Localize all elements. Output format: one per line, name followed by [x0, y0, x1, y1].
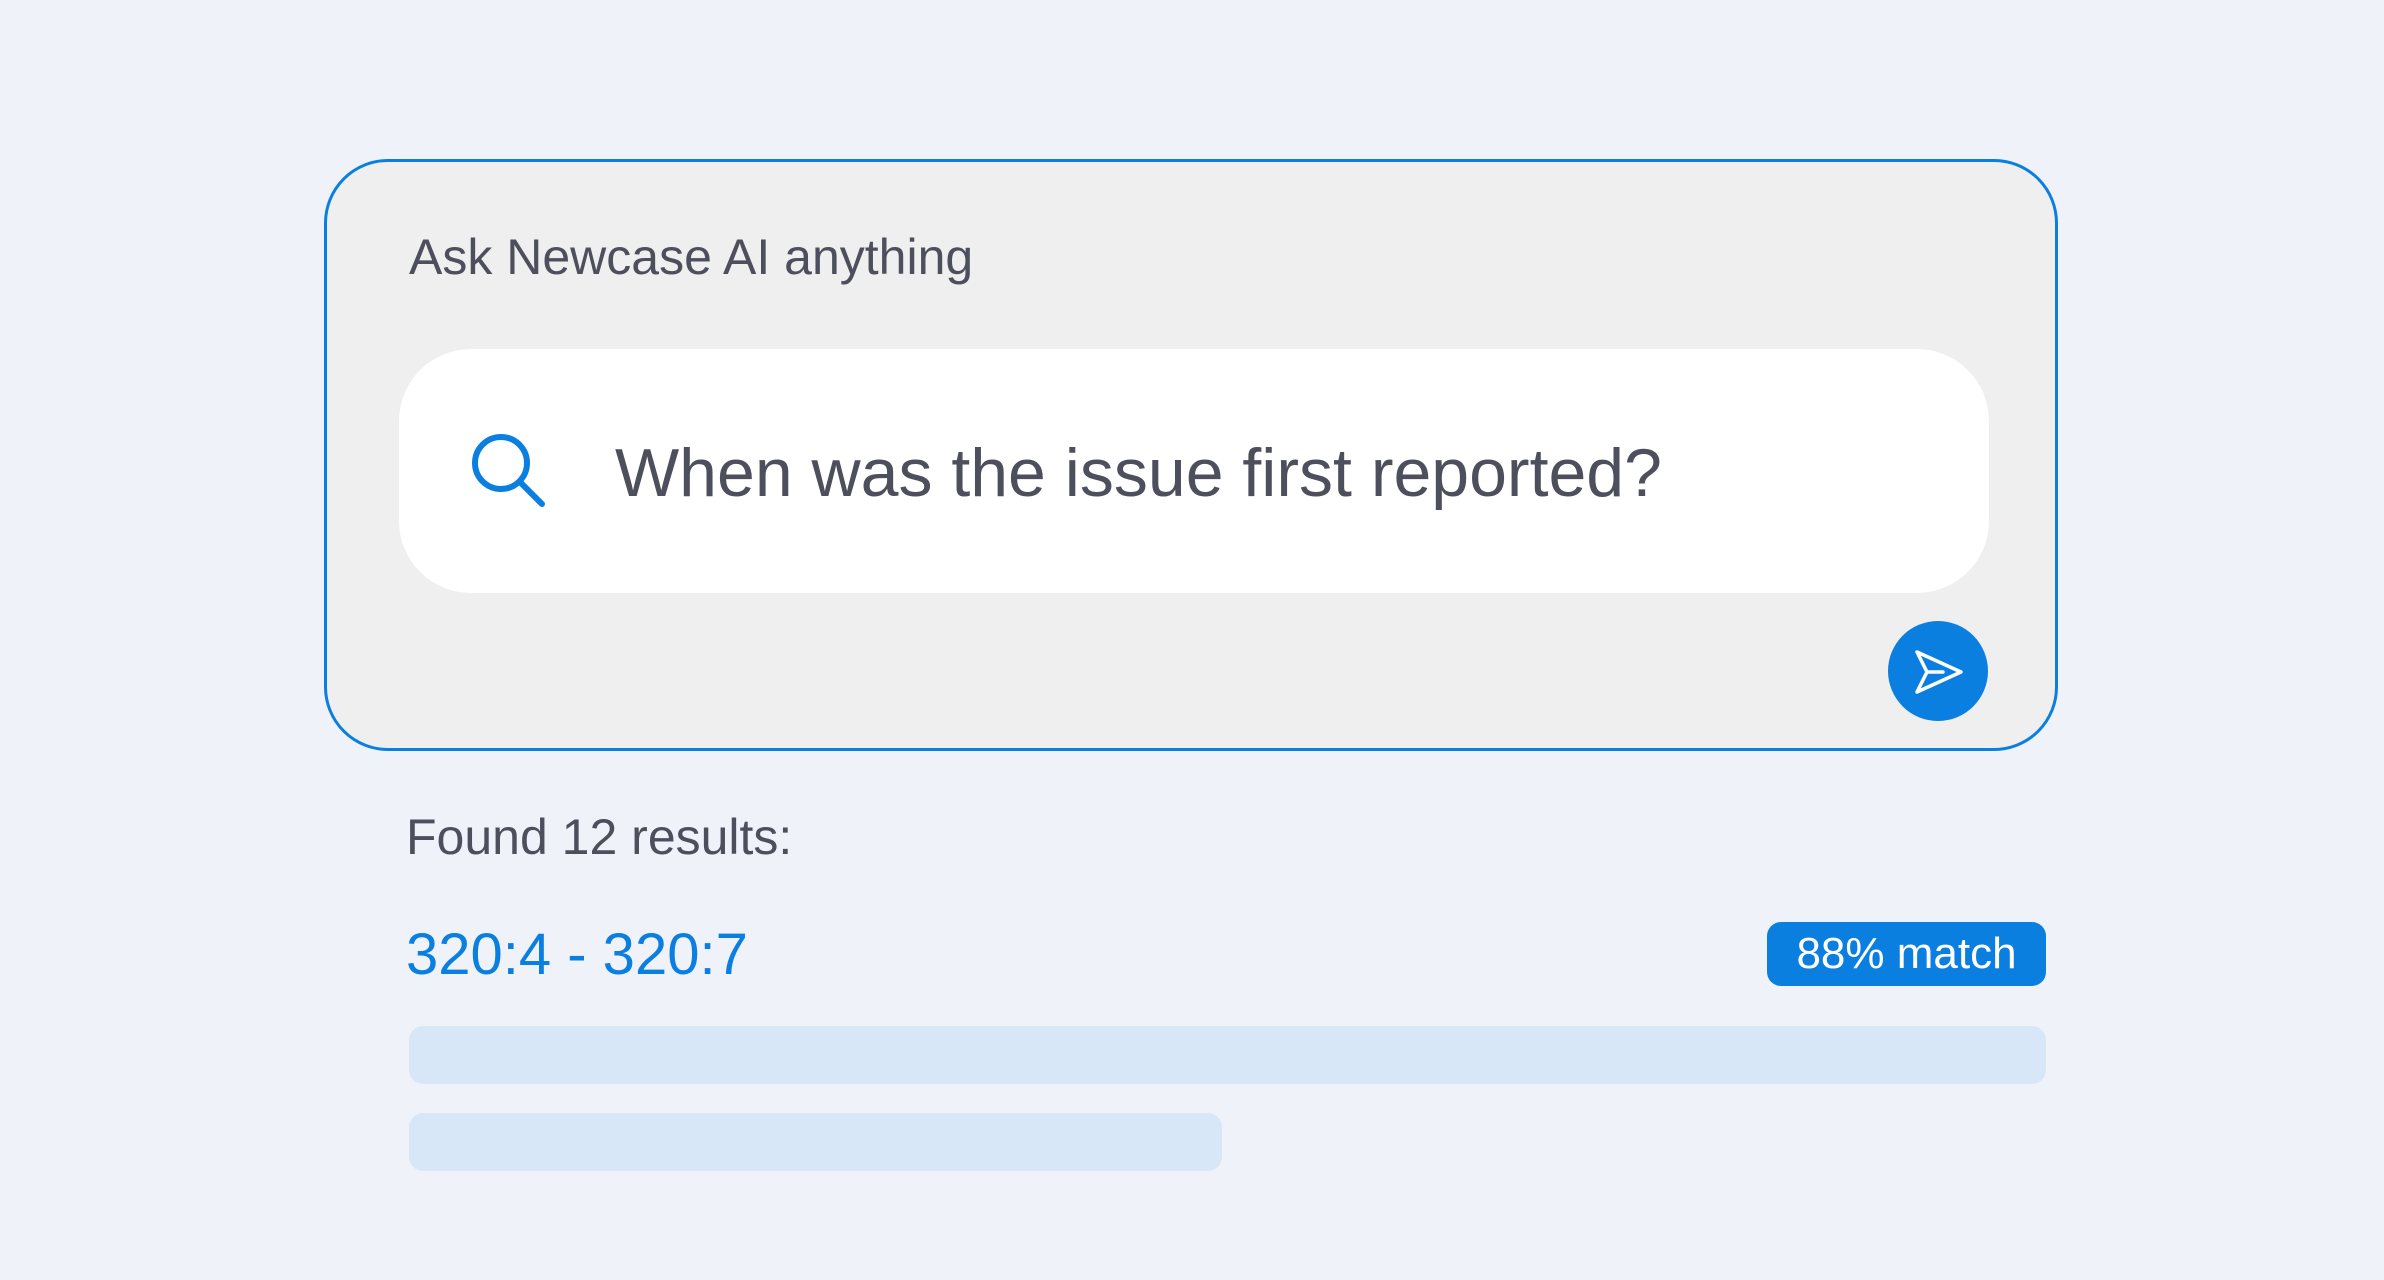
search-icon	[459, 423, 559, 523]
send-button[interactable]	[1888, 621, 1988, 721]
result-text-placeholder	[409, 1113, 1222, 1171]
result-text-placeholder	[409, 1026, 2046, 1084]
search-input[interactable]: When was the issue first reported?	[399, 349, 1989, 593]
result-range-link[interactable]: 320:4 - 320:7	[406, 926, 748, 984]
search-query-text: When was the issue first reported?	[615, 435, 1662, 511]
ask-ai-panel: Ask Newcase AI anything When was the iss…	[324, 159, 2058, 751]
results-count: Found 12 results:	[406, 809, 793, 865]
match-badge: 88% match	[1767, 922, 2046, 986]
ask-prompt-label: Ask Newcase AI anything	[409, 229, 974, 285]
